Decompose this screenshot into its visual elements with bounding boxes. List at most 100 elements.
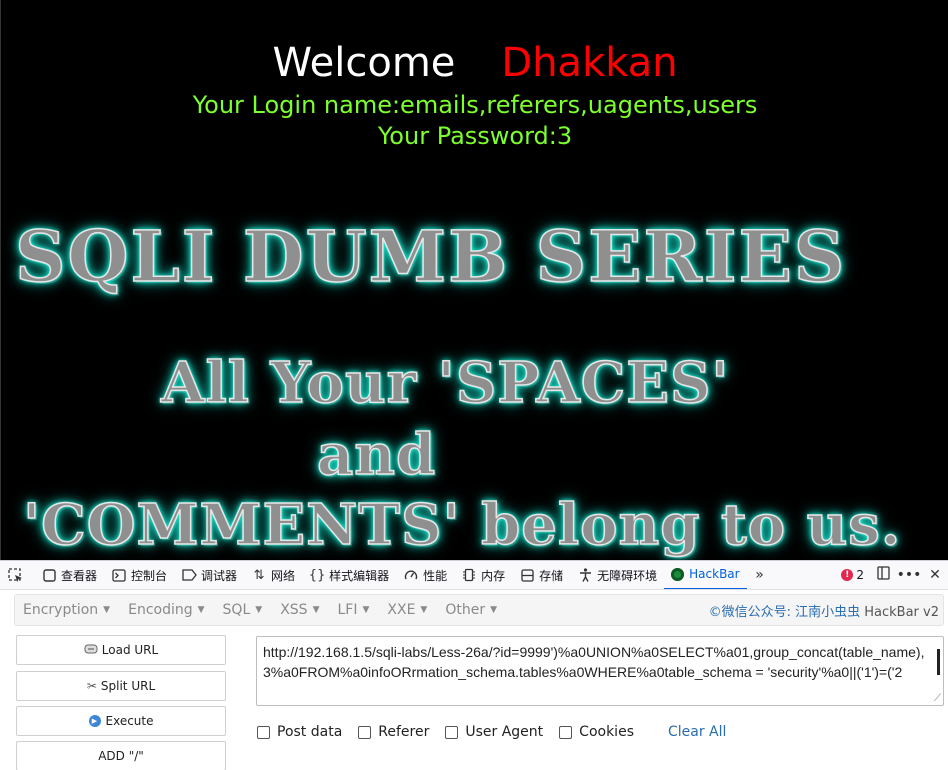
hackbar-icon xyxy=(671,567,685,581)
inspector-icon xyxy=(41,567,57,583)
hackbar-options: Post data Referer User Agent Cookies Cle… xyxy=(257,724,726,740)
referer-checkbox[interactable]: Referer xyxy=(358,724,429,740)
cookies-checkbox[interactable]: Cookies xyxy=(559,724,634,740)
url-input[interactable]: http://192.168.1.5/sqli-labs/Less-26a/?i… xyxy=(256,636,944,706)
devtools-tab-bar: 查看器 控制台 调试器 ⇅ 网络 {} 样式编辑器 性能 内存 存储 无障碍环境… xyxy=(0,560,948,590)
debugger-icon xyxy=(181,567,197,583)
dock-options-button[interactable] xyxy=(870,561,896,589)
welcome-text: Welcome xyxy=(272,40,456,86)
menu-other[interactable]: Other ▼ xyxy=(445,602,497,618)
hackbar-panel: Encryption ▼ Encoding ▼ SQL ▼ XSS ▼ LFI ▼ XXE… xyxy=(0,590,948,770)
network-icon: ⇅ xyxy=(253,567,265,583)
url-scrollbar[interactable] xyxy=(937,649,940,675)
menu-label: XSS xyxy=(280,602,308,618)
banner-title: SQLI DUMB SERIES xyxy=(14,214,847,299)
add-slash-button[interactable]: ADD "/" xyxy=(16,741,226,770)
add-slash-label: ADD "/" xyxy=(98,749,144,763)
menu-encryption[interactable]: Encryption ▼ xyxy=(23,602,110,618)
dock-icon xyxy=(876,566,890,584)
menu-xxe[interactable]: XXE ▼ xyxy=(387,602,427,618)
resize-grip-icon[interactable]: ⟋ xyxy=(934,694,941,704)
menu-label: LFI xyxy=(337,602,358,618)
close-icon: ✕ xyxy=(929,567,941,583)
pick-element-button[interactable] xyxy=(0,561,34,589)
checkbox-icon xyxy=(559,725,573,739)
option-label: Cookies xyxy=(579,724,634,740)
load-url-button[interactable]: Load URL xyxy=(16,635,226,665)
tab-label: 无障碍环境 xyxy=(597,568,658,583)
caret-down-icon: ▼ xyxy=(420,605,428,615)
pick-element-icon xyxy=(7,567,23,583)
url-text: http://192.168.1.5/sqli-labs/Less-26a/?i… xyxy=(263,644,925,680)
error-count-badge[interactable]: ! 2 xyxy=(835,568,870,582)
play-icon: ▶ xyxy=(88,715,101,727)
error-icon: ! xyxy=(841,569,854,581)
performance-icon xyxy=(403,567,419,583)
tab-label: 存储 xyxy=(539,568,564,583)
checkbox-icon xyxy=(445,725,459,739)
style-editor-icon: {} xyxy=(308,567,326,583)
hackbar-credit: ©微信公众号: 江南小虫虫 HackBar v2 xyxy=(709,601,939,620)
memory-icon xyxy=(461,567,477,583)
tab-hackbar[interactable]: HackBar xyxy=(664,561,747,589)
banner-line-2: and xyxy=(316,421,437,489)
option-label: Referer xyxy=(378,724,430,740)
close-devtools-button[interactable]: ✕ xyxy=(922,561,948,589)
tab-performance[interactable]: 性能 xyxy=(396,561,454,589)
tab-memory[interactable]: 内存 xyxy=(454,561,512,589)
user-agent-checkbox[interactable]: User Agent xyxy=(445,724,543,740)
tab-label: 调试器 xyxy=(201,568,238,583)
tab-debugger[interactable]: 调试器 xyxy=(174,561,244,589)
more-options-button[interactable]: ••• xyxy=(896,561,922,589)
tab-console[interactable]: 控制台 xyxy=(104,561,174,589)
caret-down-icon: ▼ xyxy=(362,605,370,615)
console-icon xyxy=(111,567,127,583)
clear-all-link[interactable]: Clear All xyxy=(668,724,726,740)
credit-text: ©微信公众号: 江南小虫虫 xyxy=(708,604,861,620)
hackbar-version: HackBar v2 xyxy=(864,604,939,620)
option-label: Post data xyxy=(277,724,343,740)
execute-button[interactable]: ▶ Execute xyxy=(16,706,226,736)
tab-style-editor[interactable]: {} 样式编辑器 xyxy=(302,561,396,589)
caret-down-icon: ▼ xyxy=(490,605,498,615)
caret-down-icon: ▼ xyxy=(312,605,320,615)
checkbox-icon xyxy=(358,725,372,739)
option-label: User Agent xyxy=(465,724,544,740)
menu-lfi[interactable]: LFI ▼ xyxy=(337,602,369,618)
tab-label: 性能 xyxy=(423,568,448,583)
tab-label: 内存 xyxy=(481,568,506,583)
menu-encoding[interactable]: Encoding ▼ xyxy=(128,602,204,618)
accessibility-icon xyxy=(577,567,593,583)
split-url-button[interactable]: ✂ Split URL xyxy=(16,671,226,701)
storage-icon xyxy=(519,567,535,583)
execute-label: Execute xyxy=(105,714,154,728)
menu-sql[interactable]: SQL ▼ xyxy=(223,602,263,618)
banner-line-1: All Your 'SPACES' xyxy=(160,349,730,417)
tab-label: 控制台 xyxy=(131,568,168,583)
chevron-double-right-icon: » xyxy=(755,567,764,583)
tab-accessibility[interactable]: 无障碍环境 xyxy=(570,561,664,589)
menu-label: Other xyxy=(445,602,486,618)
more-tabs-button[interactable]: » xyxy=(747,561,773,589)
tab-storage[interactable]: 存储 xyxy=(512,561,570,589)
tab-network[interactable]: ⇅ 网络 xyxy=(244,561,302,589)
menu-xss[interactable]: XSS ▼ xyxy=(280,602,319,618)
menu-label: XXE xyxy=(387,602,416,618)
tab-label: 样式编辑器 xyxy=(329,568,390,583)
login-name-text: Your Login name:emails,referers,uagents,… xyxy=(192,91,758,119)
menu-label: SQL xyxy=(222,602,251,618)
menu-label: Encryption xyxy=(23,602,99,618)
tab-label: HackBar xyxy=(689,567,740,581)
welcome-line: Welcome Dhakkan xyxy=(1,38,948,88)
load-icon xyxy=(84,643,98,658)
username-text: Dhakkan xyxy=(501,40,678,86)
caret-down-icon: ▼ xyxy=(103,605,111,615)
caret-down-icon: ▼ xyxy=(255,605,263,615)
tab-inspector[interactable]: 查看器 xyxy=(34,561,104,589)
caret-down-icon: ▼ xyxy=(197,605,205,615)
ellipsis-icon: ••• xyxy=(896,567,922,583)
error-count: 2 xyxy=(856,568,864,582)
post-data-checkbox[interactable]: Post data xyxy=(257,724,342,740)
split-url-label: Split URL xyxy=(100,679,156,693)
password-text: Your Password:3 xyxy=(377,122,573,150)
